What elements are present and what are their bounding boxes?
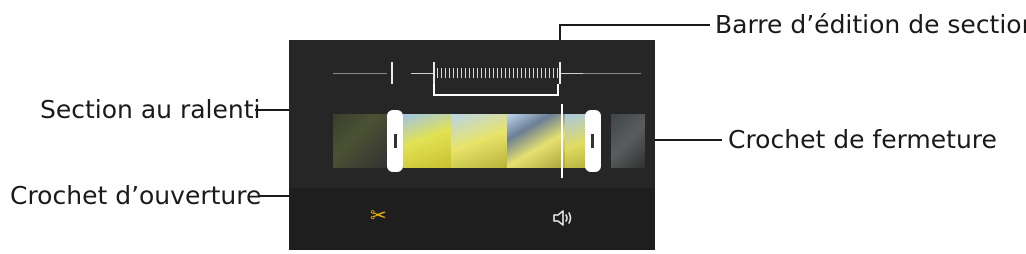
start-bracket[interactable]: [387, 110, 403, 172]
timeline-track-left: [333, 73, 387, 74]
slow-section-ticks: [437, 68, 559, 78]
section-edit-bar-leader: [560, 24, 710, 26]
frame-thumbnail: [451, 114, 507, 168]
scissors-icon[interactable]: ✂: [370, 206, 387, 226]
speaker-icon[interactable]: [552, 208, 574, 232]
playhead[interactable]: [561, 104, 563, 178]
end-bracket-grip: [591, 134, 594, 148]
frame-thumbnail: [507, 114, 565, 168]
start-bracket-grip: [394, 134, 397, 148]
frame-thumbnail: [333, 114, 389, 168]
end-bracket-label: Crochet de fermeture: [728, 125, 997, 154]
video-editor-screen: ✂: [289, 40, 655, 250]
speaker-icon-glyph: [553, 210, 572, 226]
timeline-track-mid: [411, 73, 433, 74]
timeline-start-marker[interactable]: [391, 62, 393, 84]
slow-section-start-handle[interactable]: [433, 62, 435, 84]
frame-thumbnail: [611, 114, 645, 168]
start-bracket-label: Crochet d’ouverture: [10, 181, 262, 210]
slow-motion-section-label: Section au ralenti: [40, 95, 261, 124]
frame-thumbnail: [403, 114, 451, 168]
section-edit-bar-label: Barre d’édition de section: [715, 10, 1026, 39]
end-bracket[interactable]: [585, 110, 601, 172]
timeline-track-right-highlight: [561, 73, 583, 74]
editor-toolbar: ✂: [289, 188, 655, 250]
timeline-track-right: [583, 73, 641, 74]
slow-motion-section-outline: [433, 84, 559, 96]
